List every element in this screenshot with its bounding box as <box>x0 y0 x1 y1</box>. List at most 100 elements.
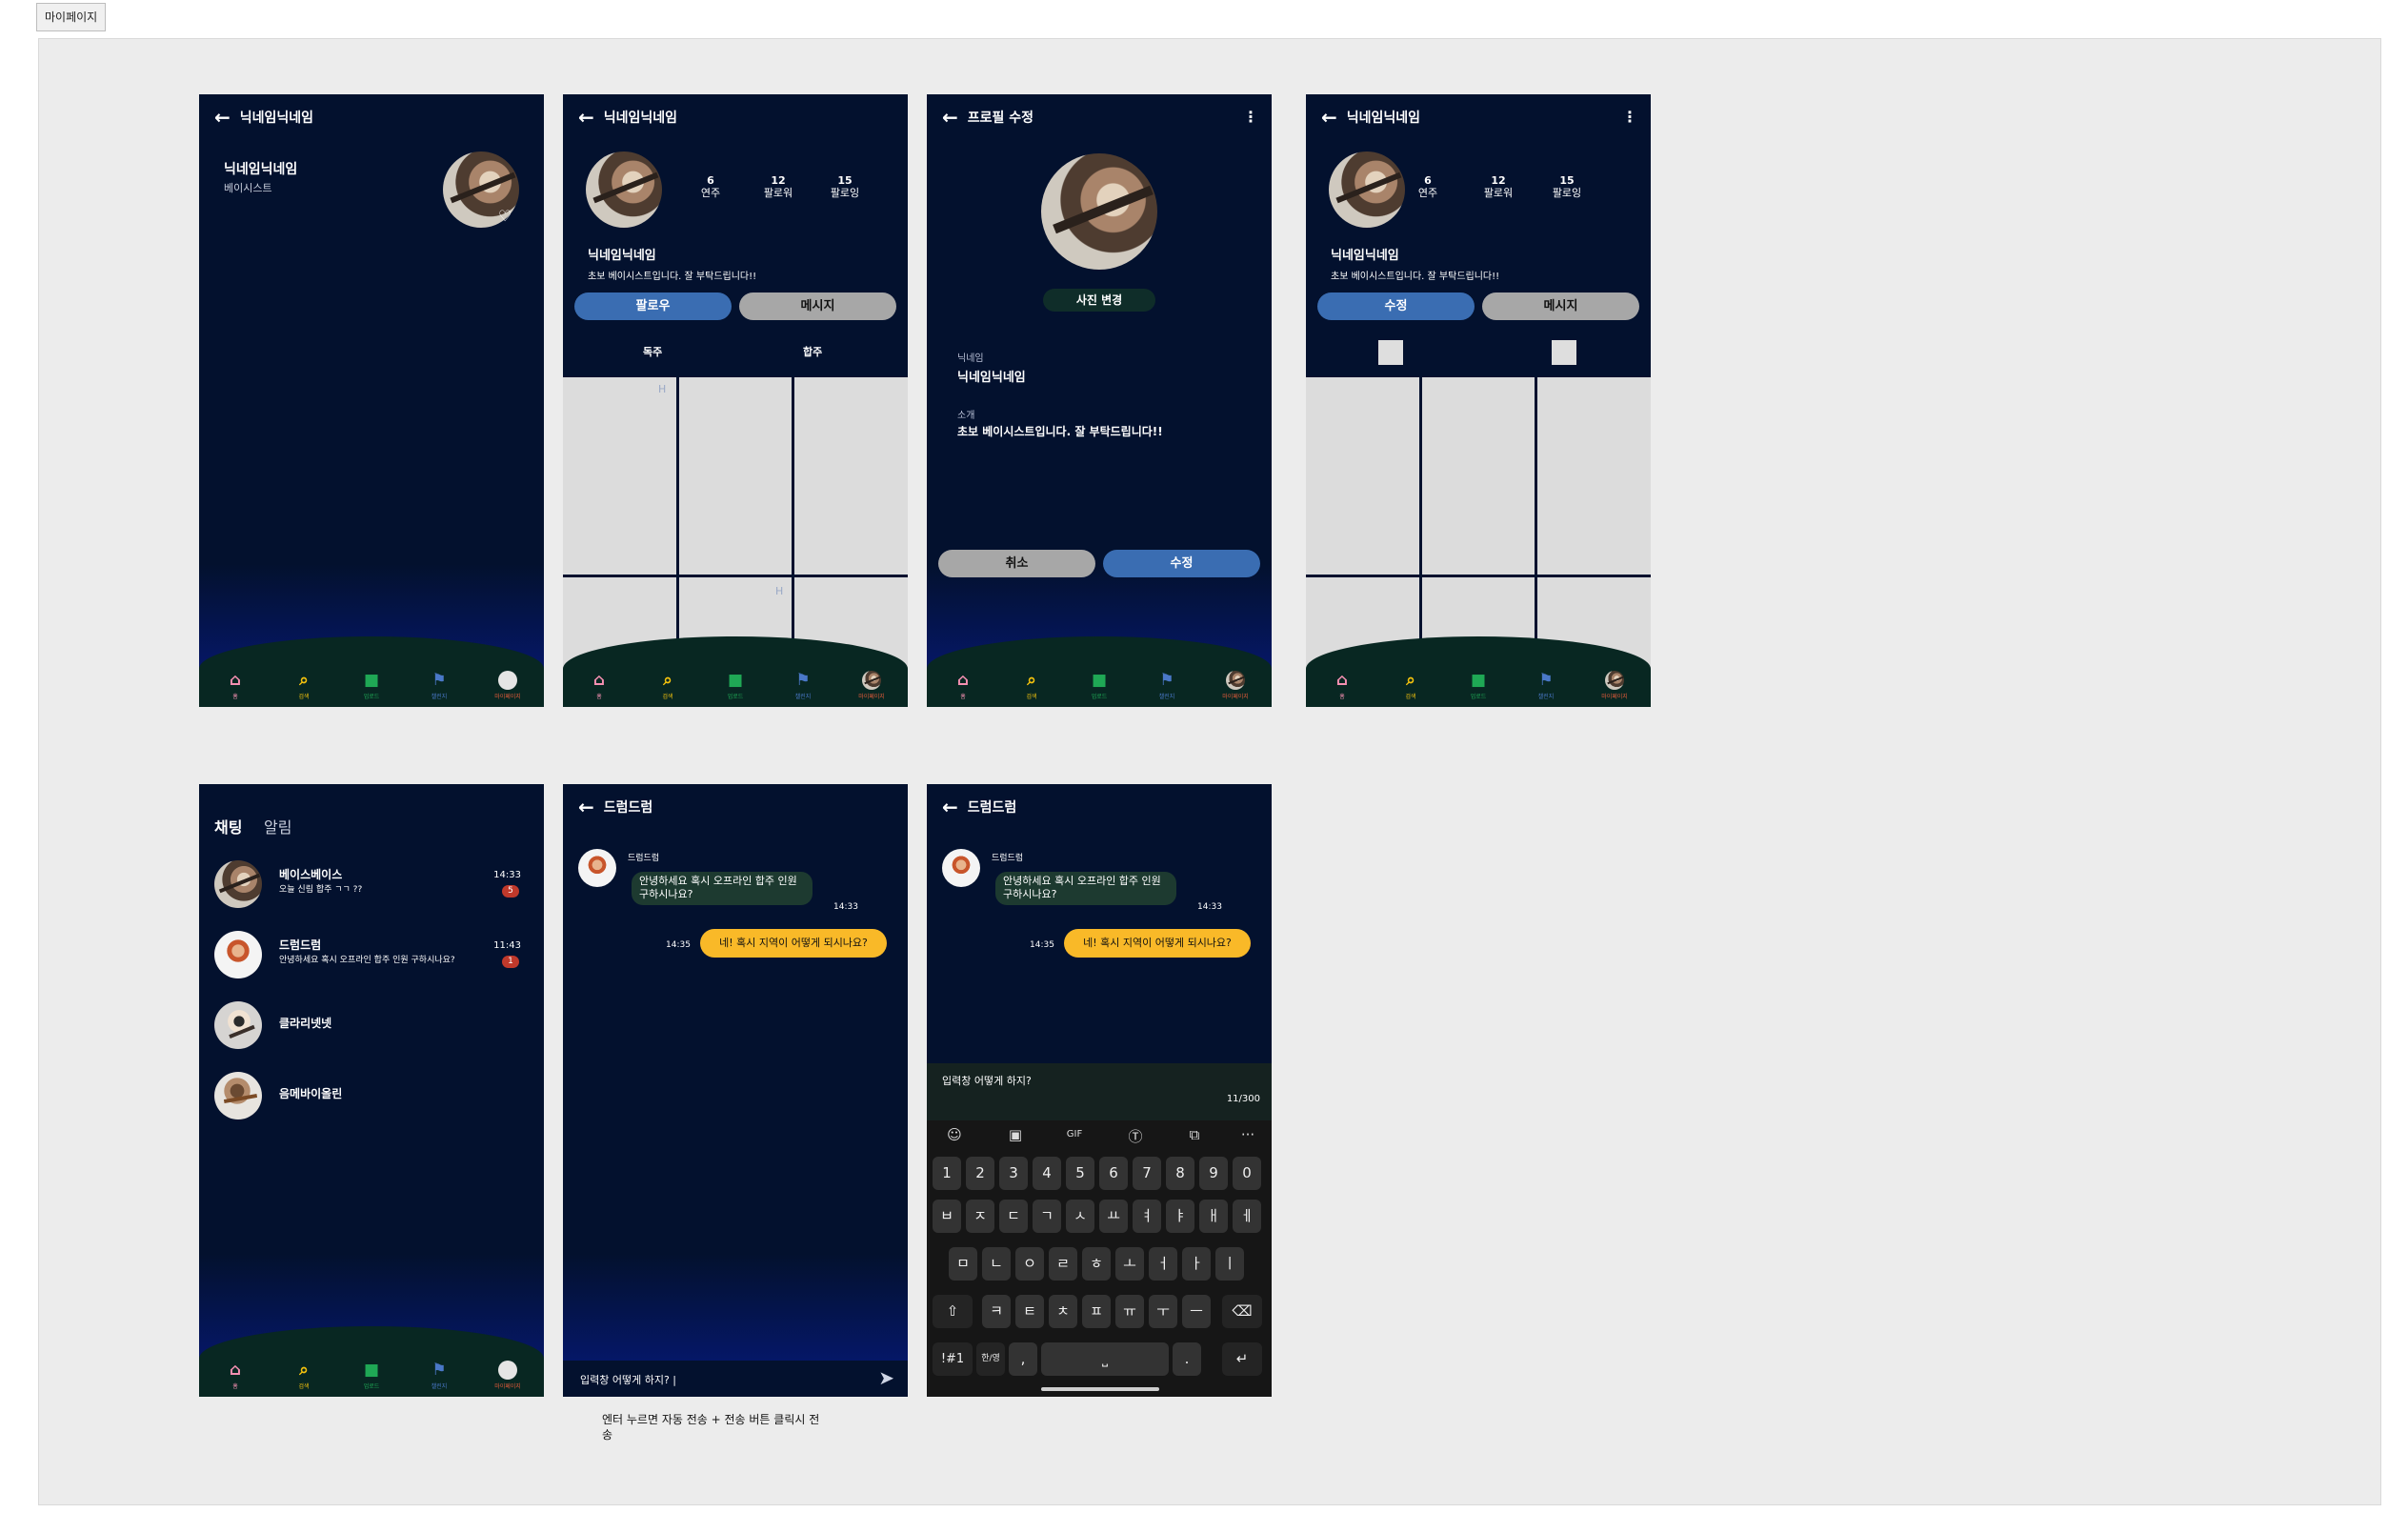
key[interactable]: ㅈ <box>966 1200 994 1233</box>
key[interactable]: 4 <box>1033 1157 1061 1190</box>
nav-search[interactable]: ⌕ 검색 <box>283 1361 325 1390</box>
key[interactable]: ㄴ <box>982 1247 1011 1281</box>
tab-ensemble[interactable]: 합주 <box>803 344 822 359</box>
nav-challenge[interactable]: ⚑ 챌린지 <box>418 1361 460 1390</box>
key[interactable]: ㅍ <box>1082 1295 1111 1328</box>
key[interactable]: 5 <box>1066 1157 1094 1190</box>
stat-performances[interactable]: 6 연주 <box>1409 174 1447 199</box>
space-key[interactable]: ⎵ <box>1041 1342 1169 1376</box>
enter-key[interactable]: ↵ <box>1222 1342 1262 1376</box>
key[interactable]: ㅏ <box>1182 1247 1211 1281</box>
key[interactable]: ㅗ <box>1115 1247 1144 1281</box>
message-draft-area[interactable]: 입력창 어떻게 하지? 11/300 <box>927 1063 1272 1120</box>
stat-performances[interactable]: 6 연주 <box>692 174 730 199</box>
nav-mypage[interactable]: 마이페이지 <box>487 671 529 700</box>
key[interactable]: ㅎ <box>1082 1247 1111 1281</box>
bio-field[interactable]: 초보 베이시스트입니다. 잘 부탁드립니다!! <box>957 423 1163 439</box>
translate-icon[interactable]: Ⓣ <box>1121 1126 1150 1146</box>
nav-challenge[interactable]: ⚑ 챌린지 <box>1146 671 1188 700</box>
cancel-button[interactable]: 취소 <box>938 550 1095 577</box>
back-arrow-icon[interactable]: ← <box>942 108 958 127</box>
nav-home[interactable]: ⌂ 홈 <box>214 671 256 700</box>
profile-avatar[interactable] <box>586 151 662 228</box>
key[interactable]: 1 <box>933 1157 961 1190</box>
key[interactable]: ㅣ <box>1215 1247 1244 1281</box>
key[interactable]: ㅔ <box>1233 1200 1261 1233</box>
key[interactable]: ㅇ <box>1015 1247 1044 1281</box>
clipboard-icon[interactable]: ▣ <box>1001 1126 1030 1143</box>
nav-upload[interactable]: ■ 업로드 <box>351 1361 392 1390</box>
save-button[interactable]: 수정 <box>1103 550 1260 577</box>
nav-search[interactable]: ⌕ 검색 <box>647 671 689 700</box>
language-key[interactable]: 한/영 <box>976 1342 1005 1376</box>
key[interactable]: ㅕ <box>1133 1200 1161 1233</box>
tab-solo[interactable]: 독주 <box>643 344 662 359</box>
stat-followers[interactable]: 12 팔로워 <box>759 174 797 199</box>
tab-ensemble-icon[interactable] <box>1552 340 1576 365</box>
key[interactable]: ㅅ <box>1066 1200 1094 1233</box>
shift-key[interactable]: ⇧ <box>933 1295 973 1328</box>
copy-icon[interactable]: ⧉ <box>1180 1126 1209 1143</box>
more-vert-icon[interactable]: ⋮ <box>1622 108 1637 126</box>
nav-upload[interactable]: ■ 업로드 <box>714 671 756 700</box>
nav-search[interactable]: ⌕ 검색 <box>283 671 325 700</box>
stat-following[interactable]: 15 팔로잉 <box>1548 174 1586 199</box>
sender-avatar[interactable] <box>578 849 616 887</box>
tab-alarm[interactable]: 알림 <box>264 815 291 837</box>
back-arrow-icon[interactable]: ← <box>578 108 594 127</box>
edit-button[interactable]: 수정 <box>1317 292 1475 320</box>
chat-row[interactable]: 클라리넷넷 <box>214 998 529 1051</box>
key[interactable]: ㄱ <box>1033 1200 1061 1233</box>
chat-row[interactable]: 음메바이올린 <box>214 1068 529 1121</box>
nav-home[interactable]: ⌂ 홈 <box>578 671 620 700</box>
follow-button[interactable]: 팔로우 <box>574 292 732 320</box>
key[interactable]: ㅡ <box>1182 1295 1211 1328</box>
nav-challenge[interactable]: ⚑ 챌린지 <box>418 671 460 700</box>
stat-followers[interactable]: 12 팔로워 <box>1479 174 1517 199</box>
send-icon[interactable]: ➤ <box>878 1366 894 1389</box>
nav-home[interactable]: ⌂ 홈 <box>1321 671 1363 700</box>
key[interactable]: ㅓ <box>1149 1247 1177 1281</box>
key[interactable]: 7 <box>1133 1157 1161 1190</box>
message-button[interactable]: 메시지 <box>1482 292 1639 320</box>
profile-avatar[interactable] <box>1041 153 1157 270</box>
key[interactable]: 2 <box>966 1157 994 1190</box>
profile-avatar[interactable] <box>1329 151 1405 228</box>
nav-upload[interactable]: ■ 업로드 <box>1457 671 1499 700</box>
backspace-key[interactable]: ⌫ <box>1222 1295 1262 1328</box>
key[interactable]: 8 <box>1166 1157 1194 1190</box>
nav-home[interactable]: ⌂ 홈 <box>942 671 984 700</box>
heart-icon[interactable]: ♡ <box>498 207 512 225</box>
nav-mypage[interactable]: 마이페이지 <box>1214 671 1256 700</box>
emoji-icon[interactable]: ☺ <box>940 1126 969 1143</box>
more-horiz-icon[interactable]: ··· <box>1234 1126 1262 1143</box>
key[interactable]: 0 <box>1233 1157 1261 1190</box>
nav-home[interactable]: ⌂ 홈 <box>214 1361 256 1390</box>
stat-following[interactable]: 15 팔로잉 <box>826 174 864 199</box>
nav-search[interactable]: ⌕ 검색 <box>1390 671 1432 700</box>
tab-solo-icon[interactable] <box>1378 340 1403 365</box>
key[interactable]: 9 <box>1199 1157 1228 1190</box>
key[interactable]: ㅋ <box>982 1295 1011 1328</box>
message-input[interactable]: 입력창 어떻게 하지? | <box>580 1372 676 1387</box>
page-tag[interactable]: 마이페이지 <box>36 3 107 31</box>
key[interactable]: ㄹ <box>1049 1247 1077 1281</box>
change-photo-button[interactable]: 사진 변경 <box>1043 289 1155 312</box>
nav-mypage[interactable]: 마이페이지 <box>851 671 893 700</box>
key[interactable]: ㅑ <box>1166 1200 1194 1233</box>
key[interactable]: ㅜ <box>1149 1295 1177 1328</box>
message-button[interactable]: 메시지 <box>739 292 896 320</box>
nickname-field[interactable]: 닉네임닉네임 <box>957 367 1026 385</box>
tab-chat[interactable]: 채팅 <box>214 815 242 837</box>
key[interactable]: ㅌ <box>1015 1295 1044 1328</box>
key[interactable]: 3 <box>999 1157 1028 1190</box>
key[interactable]: 6 <box>1099 1157 1128 1190</box>
back-arrow-icon[interactable]: ← <box>578 797 594 817</box>
chat-row[interactable]: 드럼드럼 안녕하세요 혹시 오프라인 합주 인원 구하시나요? 11:43 1 <box>214 927 529 980</box>
key[interactable]: ㅛ <box>1099 1200 1128 1233</box>
gif-icon[interactable]: GIF <box>1060 1129 1089 1140</box>
comma-key[interactable]: , <box>1009 1342 1037 1376</box>
more-vert-icon[interactable]: ⋮ <box>1243 108 1258 126</box>
back-arrow-icon[interactable]: ← <box>214 108 231 127</box>
nav-challenge[interactable]: ⚑ 챌린지 <box>1525 671 1567 700</box>
